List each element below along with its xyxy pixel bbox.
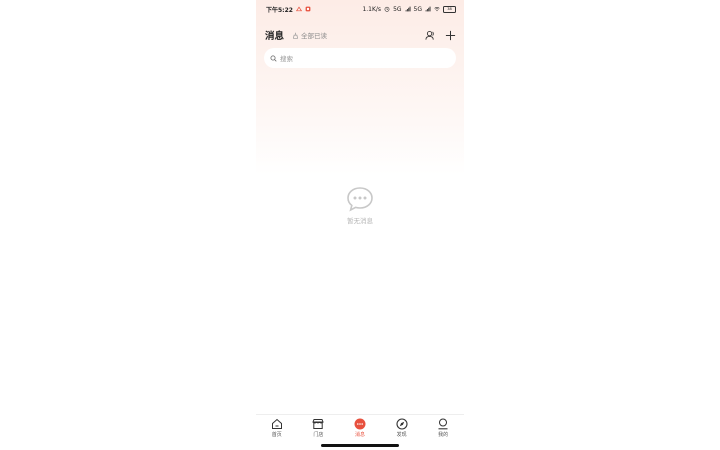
tab-home[interactable]: 首页 — [257, 418, 297, 438]
battery-indicator: 38 — [443, 5, 456, 13]
add-icon[interactable] — [445, 30, 456, 41]
tab-profile[interactable]: 我的 — [423, 418, 463, 438]
notification-badge-icon — [305, 6, 311, 12]
tab-discover[interactable]: 发现 — [382, 418, 422, 438]
tab-store[interactable]: 门店 — [298, 418, 338, 438]
store-icon — [312, 419, 325, 429]
tab-store-label: 门店 — [313, 432, 324, 438]
tab-home-label: 首页 — [271, 432, 282, 438]
notification-app-icon — [295, 6, 302, 12]
chat-bubble-icon — [347, 187, 373, 212]
network-speed: 1.1K/s — [362, 5, 382, 13]
signal-bars-icon — [405, 6, 411, 12]
status-time: 下午5:22 — [266, 6, 293, 14]
alarm-icon — [384, 6, 390, 12]
status-right: 1.1K/s 5G 5G 38 — [362, 5, 456, 13]
signal-label-1: 5G — [393, 5, 402, 13]
signal-label-2: 5G — [413, 5, 422, 13]
status-left: 下午5:22 — [266, 5, 311, 14]
empty-state-text: 暂无消息 — [347, 217, 373, 225]
contacts-icon[interactable] — [425, 30, 436, 41]
wifi-icon — [434, 7, 440, 12]
screen: 下午5:22 1.1K/s 5G 5G 38 消息 全部已读 搜索 暂无消息 首… — [0, 0, 720, 450]
compass-icon — [396, 418, 408, 430]
status-bar: 下午5:22 1.1K/s 5G 5G 38 — [256, 0, 464, 18]
mark-all-read-label: 全部已读 — [301, 32, 328, 40]
home-icon — [271, 418, 282, 429]
page-title: 消息 — [265, 31, 285, 42]
tab-messages[interactable]: 消息 — [340, 418, 380, 438]
home-indicator[interactable] — [321, 444, 399, 447]
broom-icon — [292, 32, 299, 39]
tab-profile-label: 我的 — [438, 432, 449, 438]
header-actions — [425, 30, 456, 41]
tab-messages-label: 消息 — [354, 432, 365, 438]
mark-all-read-button[interactable]: 全部已读 — [292, 30, 327, 40]
profile-icon — [438, 418, 448, 430]
empty-state: 暂无消息 — [256, 186, 464, 225]
phone-screen: 下午5:22 1.1K/s 5G 5G 38 消息 全部已读 搜索 暂无消息 首… — [256, 0, 464, 450]
search-input[interactable]: 搜索 — [264, 48, 456, 68]
page-header: 消息 全部已读 — [264, 26, 456, 44]
signal-bars-icon-2 — [425, 6, 431, 12]
tab-discover-label: 发现 — [396, 432, 407, 438]
search-icon — [270, 55, 277, 62]
bottom-tab-bar: 首页 门店 消息 发现 我的 — [256, 414, 464, 442]
search-placeholder: 搜索 — [280, 55, 293, 63]
message-icon — [354, 418, 366, 430]
